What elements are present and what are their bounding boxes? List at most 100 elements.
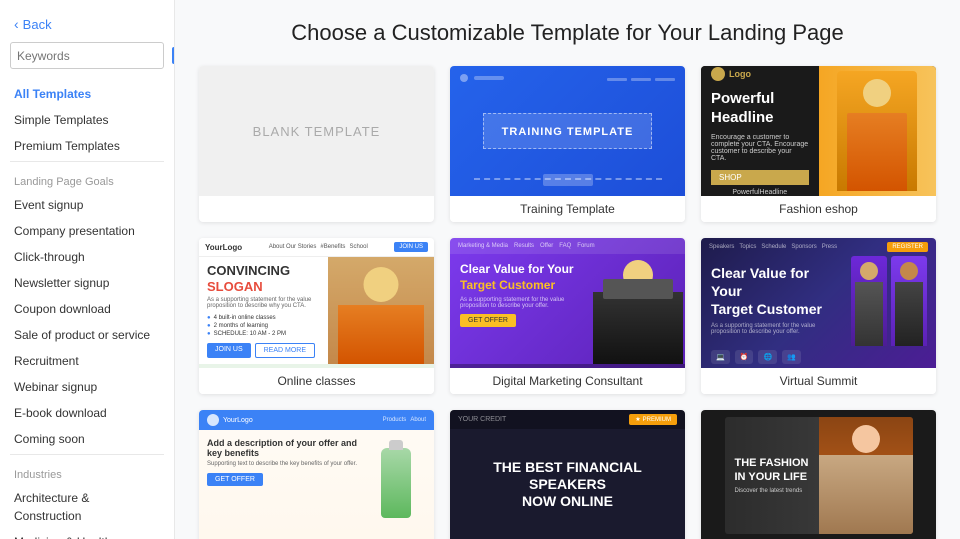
offer-nav-items: Products About bbox=[383, 417, 426, 423]
vsummit-icon-clock: ⏰ bbox=[735, 350, 754, 364]
fashion-logo: Logo bbox=[711, 67, 809, 81]
sidebar-item-simple-templates[interactable]: Simple Templates bbox=[0, 107, 174, 133]
fashion-shop-btn[interactable]: SHOP bbox=[711, 170, 809, 185]
vsummit-content: Clear Value for YourTarget Customer As a… bbox=[701, 256, 936, 346]
digital-cta-btn[interactable]: GET OFFER bbox=[460, 314, 516, 327]
industries-section-header: Industries bbox=[0, 461, 174, 485]
online-nav-logo: YourLogo bbox=[205, 243, 242, 252]
fashion-thumb: Logo PowerfulHeadline Encourage a custom… bbox=[701, 66, 936, 196]
training-inner: TRAINING TEMPLATE bbox=[483, 113, 653, 149]
template-card-blank[interactable]: BLANK TEMPLATE bbox=[199, 66, 434, 222]
digital-hero: Clear Value for YourTarget Customer As a… bbox=[450, 254, 685, 364]
back-button[interactable]: ‹ Back bbox=[0, 12, 174, 42]
digital-nav-offer: Offer bbox=[540, 243, 553, 249]
online-slogan: CONVINCINGSLOGAN bbox=[207, 263, 320, 294]
sidebar-item-sale-product[interactable]: Sale of product or service bbox=[0, 322, 174, 348]
training-thumb: TRAINING TEMPLATE bbox=[450, 66, 685, 196]
digital-thumb: Marketing & Media Results Offer FAQ Foru… bbox=[450, 238, 685, 368]
offer-content: Add a description of your offer and key … bbox=[199, 430, 434, 539]
search-input[interactable] bbox=[17, 49, 172, 63]
offer-text: Add a description of your offer and key … bbox=[207, 438, 360, 486]
template-card-offer[interactable]: YourLogo Products About Add a descriptio… bbox=[199, 410, 434, 539]
divider-2 bbox=[10, 454, 164, 455]
vsummit-nav-1: Speakers bbox=[709, 244, 734, 250]
vsummit-thumb: Speakers Topics Schedule Sponsors Press … bbox=[701, 238, 936, 368]
online-nav-links: About Our Stories #Benefits School bbox=[269, 244, 368, 250]
offer-logo-text: YourLogo bbox=[223, 417, 253, 424]
offer-headline: Add a description of your offer and key … bbox=[207, 438, 360, 458]
template-card-training[interactable]: TRAINING TEMPLATE Training Template bbox=[450, 66, 685, 222]
premium-text: PREMIUM bbox=[643, 417, 671, 423]
sidebar-item-newsletter-signup[interactable]: Newsletter signup bbox=[0, 270, 174, 296]
offer-logo-circle bbox=[207, 414, 219, 426]
digital-marketing-label: Digital Marketing Consultant bbox=[450, 368, 685, 394]
template-card-virtual-summit[interactable]: Speakers Topics Schedule Sponsors Press … bbox=[701, 238, 936, 394]
sidebar-item-architecture[interactable]: Architecture & Construction bbox=[0, 485, 174, 529]
vsummit-right bbox=[842, 256, 936, 346]
vsummit-nav-left: Speakers Topics Schedule Sponsors Press bbox=[709, 244, 837, 250]
vsummit-nav-2: Topics bbox=[739, 244, 756, 250]
sidebar-item-coupon-download[interactable]: Coupon download bbox=[0, 296, 174, 322]
sidebar-item-premium-templates[interactable]: Premium Templates bbox=[0, 133, 174, 159]
vsummit-register-btn[interactable]: REGISTER bbox=[887, 242, 928, 252]
digital-hero-right bbox=[591, 254, 685, 364]
digital-nav-marketing: Marketing & Media bbox=[458, 243, 508, 249]
fashion-headline: PowerfulHeadline bbox=[711, 89, 809, 128]
offer-logo-area: YourLogo bbox=[207, 414, 253, 426]
vsummit-left: Clear Value for YourTarget Customer As a… bbox=[701, 256, 842, 346]
financial-thumb: YOUR CREDIT ★ PREMIUM THE BEST FINANCIAL… bbox=[450, 410, 685, 539]
sidebar-item-recruitment[interactable]: Recruitment bbox=[0, 348, 174, 374]
sidebar-item-company-presentation[interactable]: Company presentation bbox=[0, 218, 174, 244]
offer-nav-2: About bbox=[410, 417, 426, 423]
online-join-btn[interactable]: JOIN US bbox=[394, 242, 428, 252]
sidebar-item-coming-soon[interactable]: Coming soon bbox=[0, 426, 174, 452]
digital-headline: Clear Value for YourTarget Customer bbox=[460, 262, 581, 293]
online-sub: As a supporting statement for the value … bbox=[207, 297, 320, 309]
template-card-fashion-bottom[interactable]: THE FASHIONIN YOUR LIFE Discover the lat… bbox=[701, 410, 936, 539]
back-label: Back bbox=[23, 17, 52, 32]
digital-nav-results: Results bbox=[514, 243, 534, 249]
digital-nav-faq: FAQ bbox=[559, 243, 571, 249]
fin-headline: THE BEST FINANCIAL SPEAKERSNOW ONLINE bbox=[458, 459, 677, 509]
online-classes-label: Online classes bbox=[199, 368, 434, 394]
online-nav-about: About Our Stories bbox=[269, 244, 317, 250]
sidebar-item-webinar-signup[interactable]: Webinar signup bbox=[0, 374, 174, 400]
online-thumb: YourLogo About Our Stories #Benefits Sch… bbox=[199, 238, 434, 368]
divider bbox=[10, 161, 164, 162]
sidebar-item-event-signup[interactable]: Event signup bbox=[0, 192, 174, 218]
sidebar-item-click-through[interactable]: Click-through bbox=[0, 244, 174, 270]
online-hero-right bbox=[328, 257, 434, 364]
vsummit-nav: Speakers Topics Schedule Sponsors Press … bbox=[701, 238, 936, 256]
vsummit-headline: Clear Value for YourTarget Customer bbox=[711, 264, 832, 319]
online-nav-school: School bbox=[349, 244, 367, 250]
star-icon: ★ bbox=[635, 416, 640, 423]
training-label: Training Template bbox=[450, 196, 685, 222]
offer-header: YourLogo Products About bbox=[199, 410, 434, 430]
digital-nav-forum: Forum bbox=[577, 243, 594, 249]
template-card-digital-marketing[interactable]: Marketing & Media Results Offer FAQ Foru… bbox=[450, 238, 685, 394]
offer-image-area bbox=[366, 438, 426, 518]
fashion-sub: Encourage a customer to complete your CT… bbox=[711, 134, 809, 162]
template-card-fashion[interactable]: Logo PowerfulHeadline Encourage a custom… bbox=[701, 66, 936, 222]
fin-header: YOUR CREDIT ★ PREMIUM bbox=[450, 410, 685, 429]
vsummit-icon-people: 👥 bbox=[782, 350, 801, 364]
template-card-financial[interactable]: YOUR CREDIT ★ PREMIUM THE BEST FINANCIAL… bbox=[450, 410, 685, 539]
vsummit-nav-3: Schedule bbox=[761, 244, 786, 250]
offer-nav-1: Products bbox=[383, 417, 407, 423]
templates-grid: BLANK TEMPLATE bbox=[199, 66, 936, 539]
vsummit-nav-5: Press bbox=[822, 244, 837, 250]
vsummit-icon-globe: 🌐 bbox=[758, 350, 777, 364]
fashion-left: Logo PowerfulHeadline Encourage a custom… bbox=[701, 66, 819, 196]
template-card-online-classes[interactable]: YourLogo About Our Stories #Benefits Sch… bbox=[199, 238, 434, 394]
offer-cta-btn[interactable]: GET OFFER bbox=[207, 473, 263, 486]
sidebar-item-all-templates[interactable]: All Templates bbox=[0, 81, 174, 107]
blank-thumb: BLANK TEMPLATE bbox=[199, 66, 434, 196]
fin-logo: YOUR CREDIT bbox=[458, 416, 506, 423]
sidebar-item-medicine[interactable]: Medicine & Healthcare bbox=[0, 529, 174, 539]
fashion-bottom-text: PowerfulHeadline bbox=[711, 189, 809, 196]
fashion-right bbox=[819, 66, 937, 196]
sidebar-item-ebook-download[interactable]: E-book download bbox=[0, 400, 174, 426]
main-content: Choose a Customizable Template for Your … bbox=[175, 0, 960, 539]
virtual-summit-label: Virtual Summit bbox=[701, 368, 936, 394]
vsummit-nav-4: Sponsors bbox=[791, 244, 816, 250]
